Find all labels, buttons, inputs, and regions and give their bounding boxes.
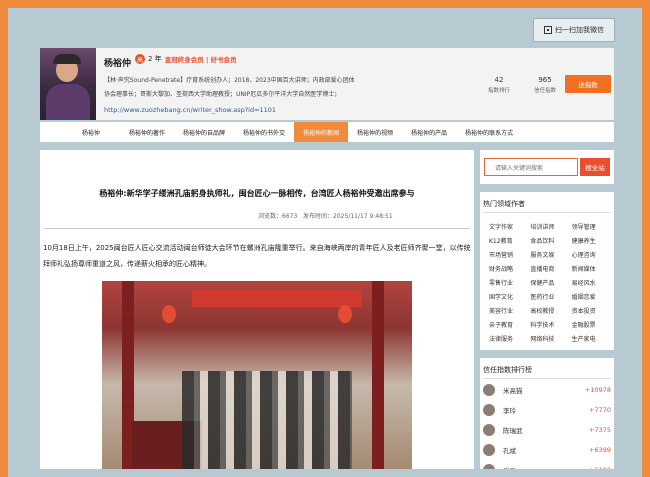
hot-author-category[interactable]: 国学文化 bbox=[489, 292, 530, 301]
qr-code-icon bbox=[544, 26, 552, 34]
hot-author-category[interactable]: 亲子教育 bbox=[489, 320, 530, 329]
view-count: 6673 bbox=[282, 213, 298, 220]
bio-line: 协会理事长；哥斯大黎加、圣荷西大学助理教授；UNIP厄瓜多尔平洋大学自然医学博士… bbox=[104, 91, 341, 98]
wechat-qr-button[interactable]: 扫一扫加我微信 bbox=[533, 18, 615, 42]
search-box: 请输入关键词搜索 搜全站 bbox=[480, 150, 614, 184]
publish-time: 2025/11/17 9:48:51 bbox=[333, 213, 393, 220]
nav-item-books[interactable]: 杨裕仲的著作 bbox=[120, 122, 174, 142]
rank-row[interactable]: 米高猫 +10978 bbox=[483, 382, 611, 398]
hot-author-category[interactable]: 新闻媒体 bbox=[572, 264, 613, 273]
send-index-button[interactable]: 送指数 bbox=[565, 75, 611, 93]
hot-author-category[interactable]: 领导管理 bbox=[572, 222, 613, 231]
rank-score: +6399 bbox=[589, 446, 611, 454]
member-badges[interactable]: 皇冠终身会员 | 好书会员 bbox=[165, 54, 237, 64]
profile-url-link[interactable]: http://www.zuozhebang.cn/writer_show.asp… bbox=[104, 106, 276, 114]
bio-line: 【林·声究Sound-Penetrate】疗育系统创办人；2018、2023中国… bbox=[104, 77, 355, 84]
divider bbox=[44, 228, 470, 229]
hot-author-category[interactable]: 零售行业 bbox=[489, 278, 530, 287]
wechat-button-label: 扫一扫加我微信 bbox=[555, 26, 604, 34]
rank-row[interactable]: 肖群+6192 bbox=[483, 462, 611, 469]
trust-rank-title: 信任指数排行榜 bbox=[483, 366, 532, 374]
hot-author-category[interactable]: 直播电商 bbox=[530, 264, 571, 273]
hot-author-category[interactable]: 婚姻恋爱 bbox=[572, 292, 613, 301]
profile-stats: 42 指数排行 965 信任指数 bbox=[488, 76, 556, 94]
avatar bbox=[483, 404, 495, 416]
hot-author-category[interactable]: 市场营销 bbox=[489, 250, 530, 259]
hot-author-category[interactable]: 网络科技 bbox=[530, 334, 571, 343]
nav-item-news[interactable]: 杨裕仲的新闻 bbox=[294, 122, 349, 142]
nav-item-videos[interactable]: 杨裕仲的视频 bbox=[348, 122, 402, 142]
divider bbox=[483, 212, 611, 213]
profile-name: 杨裕仲 bbox=[104, 59, 132, 69]
hot-author-category[interactable]: 心理咨询 bbox=[572, 250, 613, 259]
hot-author-category[interactable]: 保健产品 bbox=[530, 278, 571, 287]
avatar bbox=[483, 464, 495, 469]
trust-rank-box: 信任指数排行榜 米高猫 +10978 李玲 +7770 陈瑞武 +7375 孔斌 +6399 肖… bbox=[480, 358, 614, 469]
hot-author-category[interactable]: 资本投资 bbox=[572, 306, 613, 315]
hot-author-category[interactable]: 食品饮料 bbox=[530, 236, 571, 245]
hot-author-category[interactable]: 文字作家 bbox=[489, 222, 530, 231]
avatar bbox=[483, 384, 495, 396]
stat-rank: 42 指数排行 bbox=[488, 76, 511, 94]
nav-item-brand[interactable]: 杨裕仲的自品牌 bbox=[174, 122, 234, 142]
hot-author-category[interactable]: 医药行业 bbox=[530, 292, 571, 301]
rank-name: 李玲 bbox=[503, 407, 516, 415]
article-meta: 浏览数：6673 发布时间：2025/11/17 9:48:51 bbox=[258, 213, 393, 220]
rank-row[interactable]: 孔斌 +6399 bbox=[483, 442, 611, 458]
hot-authors-grid: 文字作家 培训讲师 领导管理 K12教育 食品饮料 健康养生市场营销 服务文娱 心理咨询财务战… bbox=[489, 222, 613, 343]
nav-item-products[interactable]: 杨裕仲的产品 bbox=[402, 122, 456, 142]
hot-author-category[interactable]: 健康养生 bbox=[572, 236, 613, 245]
rank-name: 陈瑞武 bbox=[503, 427, 523, 435]
hot-authors-title: 热门领域作者 bbox=[483, 200, 525, 208]
search-button[interactable]: 搜全站 bbox=[580, 158, 610, 176]
hot-authors-box: 热门领域作者 文字作家 培训讲师 领导管理 K12教育 食品饮料 健康养生市场营销 服务文娱… bbox=[480, 192, 614, 350]
rank-score: +7375 bbox=[589, 426, 611, 434]
avatar[interactable] bbox=[40, 48, 96, 120]
hot-author-category[interactable]: 培训讲师 bbox=[530, 222, 571, 231]
profile-bio: 【林·声究Sound-Penetrate】疗育系统创办人；2018、2023中国… bbox=[104, 74, 384, 102]
article-title: 杨裕仲:新华学子缕洲孔庙躬身执师礼，闽台匠心一脉相传，台湾匠人杨裕仲受邀出席参与 bbox=[99, 189, 415, 198]
hot-author-category[interactable]: 服务文娱 bbox=[530, 250, 571, 259]
profile-nav: 杨裕仲 杨裕仲的著作 杨裕仲的自品牌 杨裕仲的书外交 杨裕仲的新闻 杨裕仲的视频… bbox=[40, 122, 614, 142]
rank-score: +6192 bbox=[589, 466, 611, 469]
divider bbox=[483, 378, 611, 379]
nav-item-diplomacy[interactable]: 杨裕仲的书外交 bbox=[234, 122, 294, 142]
hot-author-category[interactable]: 易经风水 bbox=[572, 278, 613, 287]
rank-name: 肖群 bbox=[503, 465, 589, 469]
rank-score: +7770 bbox=[589, 406, 611, 414]
rank-name: 孔斌 bbox=[503, 447, 516, 455]
hot-author-category[interactable]: 高校教授 bbox=[530, 306, 571, 315]
stat-trust: 965 信任指数 bbox=[534, 76, 557, 94]
level-badge: 高 bbox=[135, 54, 145, 64]
rank-row[interactable]: 陈瑞武 +7375 bbox=[483, 422, 611, 438]
rank-row[interactable]: 李玲 +7770 bbox=[483, 402, 611, 418]
profile-card: 杨裕仲 高 2 年 皇冠终身会员 | 好书会员 【林·声究Sound-Penet… bbox=[40, 48, 614, 120]
avatar bbox=[483, 424, 495, 436]
hot-author-category[interactable]: 财务战略 bbox=[489, 264, 530, 273]
hot-author-category[interactable]: 金融股票 bbox=[572, 320, 613, 329]
member-years: 2 年 bbox=[148, 55, 162, 63]
search-input[interactable]: 请输入关键词搜索 bbox=[484, 158, 578, 176]
hot-author-category[interactable]: 科学技术 bbox=[530, 320, 571, 329]
article-panel: 杨裕仲:新华学子缕洲孔庙躬身执师礼，闽台匠心一脉相传，台湾匠人杨裕仲受邀出席参与… bbox=[40, 150, 474, 469]
rank-name: 米高猫 bbox=[503, 387, 523, 395]
hot-author-category[interactable]: 生产家电 bbox=[572, 334, 613, 343]
hot-author-category[interactable]: 法律服务 bbox=[489, 334, 530, 343]
hot-author-category[interactable]: 美容行业 bbox=[489, 306, 530, 315]
article-photo bbox=[102, 281, 412, 469]
nav-item-home[interactable]: 杨裕仲 bbox=[40, 122, 120, 142]
article-paragraph: 10月18日上午，2025闽台匠人匠心交流活动闽台师徒大会环节在螺洲孔庙隆重举行… bbox=[43, 244, 471, 268]
avatar bbox=[483, 444, 495, 456]
rank-score: +10978 bbox=[584, 386, 611, 394]
nav-item-contact[interactable]: 杨裕仲的联系方式 bbox=[456, 122, 522, 142]
hot-author-category[interactable]: K12教育 bbox=[489, 236, 530, 245]
